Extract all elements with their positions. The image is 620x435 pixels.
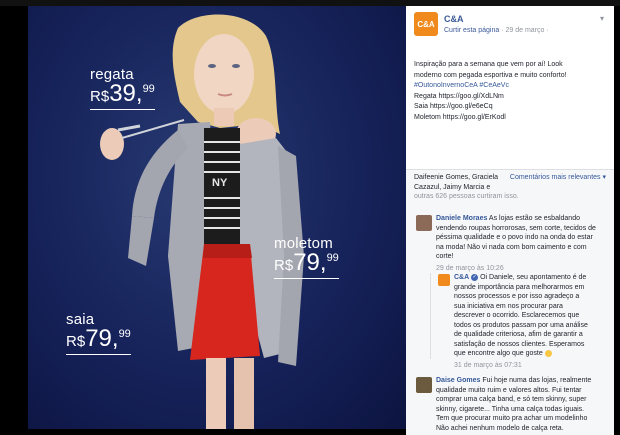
comment-author[interactable]: Daniele Moraes — [436, 215, 487, 222]
comment-time[interactable]: 31 de março às 07:31 — [454, 361, 612, 371]
comment: Daise Gomes Fui hoje numa das lojas, rea… — [436, 377, 592, 432]
post-header: C&A C&A Curtir esta página · 29 de março… — [406, 6, 614, 46]
sort-comments-link[interactable]: Comentários mais relevantes ▾ — [510, 173, 606, 183]
post-text-line: moderno com pegada esportiva e muito con… — [414, 71, 567, 79]
price-tag-moletom: moletom R$79,99 — [274, 236, 339, 279]
price-tag-regata: regata R$39,99 — [90, 67, 155, 110]
avatar[interactable] — [416, 215, 432, 231]
price-amount: R$79,99 — [66, 325, 131, 352]
price-underline — [274, 278, 339, 279]
post-link-line[interactable]: Saia https://goo.gl/e6eCq — [414, 102, 606, 113]
comment-time[interactable]: 29 de março às 10:26 — [436, 264, 610, 274]
price-underline — [90, 109, 155, 110]
avatar[interactable] — [416, 377, 432, 393]
hashtags[interactable]: #OutonoInvernoCeA #CeAeVc — [414, 81, 606, 92]
verified-badge-icon: ✓ — [471, 273, 479, 281]
price-amount: R$79,99 — [274, 249, 339, 276]
smile-emoji-icon — [544, 349, 552, 357]
post-text: Inspiração para a semana que vem por aí!… — [406, 46, 614, 123]
comment: Daniele Moraes As lojas estão se esbalda… — [436, 214, 610, 273]
like-page-link[interactable]: Curtir esta página — [444, 27, 499, 34]
page-avatar[interactable]: C&A — [414, 12, 438, 36]
reply-thread-line — [430, 273, 431, 359]
reactions-others[interactable]: outras 626 pessoas curtiram isso. — [414, 192, 606, 202]
post-meta: Curtir esta página · 29 de março · — [444, 27, 549, 34]
post-photo[interactable]: NY regata R$39,99 moletom R$79,99 saia R… — [28, 6, 406, 429]
post-link-line[interactable]: Moletom https://goo.gl/ErKodl — [414, 113, 606, 124]
reactions-summary: Daifeenie Gomes, Graciela Cazazul, Jaimy… — [406, 170, 614, 203]
page-name-link[interactable]: C&A — [444, 14, 464, 24]
comment-author[interactable]: Daise Gomes — [436, 377, 480, 384]
avatar[interactable] — [438, 274, 450, 286]
svg-text:NY: NY — [212, 177, 228, 189]
viewer-backdrop: NY regata R$39,99 moletom R$79,99 saia R… — [0, 0, 620, 435]
comment-reply: C&A ✓ Oi Daniele, seu apontamento é de g… — [454, 273, 612, 370]
post-text-line: Inspiração para a semana que vem por aí!… — [414, 61, 563, 68]
price-amount: R$39,99 — [90, 80, 155, 107]
model-illustration: NY — [100, 14, 304, 429]
chevron-down-icon[interactable]: ▾ — [600, 14, 604, 23]
post-panel: C&A C&A Curtir esta página · 29 de março… — [406, 6, 614, 435]
comment-author[interactable]: C&A — [454, 274, 469, 281]
comments-section: Daniele Moraes As lojas estão se esbalda… — [406, 203, 614, 435]
post-link-line[interactable]: Regata https://goo.gl/XdLNm — [414, 92, 606, 103]
post-date[interactable]: · 29 de março · — [501, 27, 548, 34]
price-tag-saia: saia R$79,99 — [66, 312, 131, 355]
price-underline — [66, 354, 131, 355]
reactions-line[interactable]: Cazazul, Jaimy Marcia e — [414, 183, 606, 193]
